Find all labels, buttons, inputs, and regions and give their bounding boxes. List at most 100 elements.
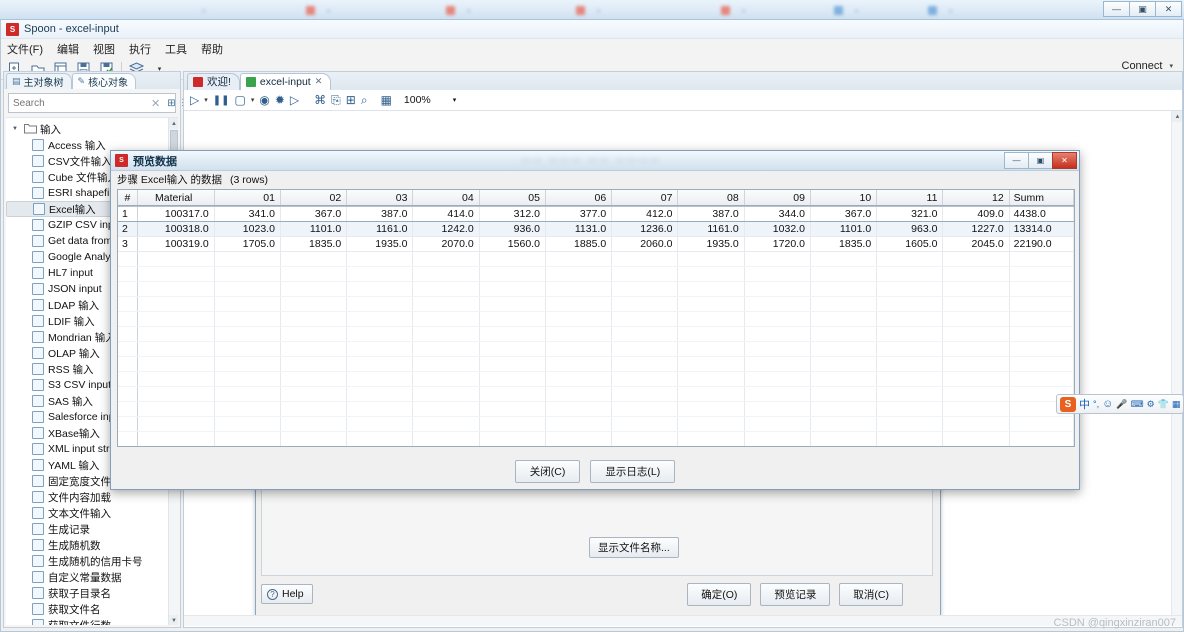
- table-cell[interactable]: 1835.0: [280, 236, 348, 252]
- sogou-logo-icon[interactable]: S: [1060, 396, 1076, 412]
- table-cell[interactable]: 1227.0: [942, 221, 1010, 237]
- tab-core-objects[interactable]: ✎ 核心对象: [71, 73, 137, 89]
- search-input[interactable]: [9, 96, 147, 110]
- menu-item-tools[interactable]: 工具: [165, 41, 187, 57]
- emoji-icon[interactable]: ☺: [1102, 398, 1113, 410]
- table-cell[interactable]: 1885.0: [545, 236, 613, 252]
- table-cell[interactable]: 3: [118, 236, 138, 252]
- chevron-down-icon[interactable]: ▾: [453, 96, 457, 104]
- close-icon[interactable]: ✕: [315, 76, 323, 87]
- close-icon[interactable]: ×: [326, 6, 331, 16]
- table-cell[interactable]: 1605.0: [876, 236, 944, 252]
- browser-tab[interactable]: ×: [300, 2, 430, 19]
- menu-item-view[interactable]: 视图: [93, 41, 115, 57]
- menu-item-file[interactable]: 文件(F): [7, 41, 43, 57]
- column-header-10[interactable]: 10: [810, 190, 878, 207]
- column-header-04[interactable]: 04: [412, 190, 480, 207]
- toolbox-icon[interactable]: ⚙: [1147, 399, 1155, 410]
- preview-dialog-titlebar[interactable]: S 预览数据 ▭▭ ▭▭▭ ▭▭ ▭▭▭▭ — ▣ ✕: [111, 151, 1079, 171]
- chinese-mode-icon[interactable]: 中: [1079, 396, 1090, 412]
- scroll-down-icon[interactable]: ▼: [169, 615, 178, 625]
- column-header-05[interactable]: 05: [479, 190, 546, 207]
- table-cell[interactable]: 1935.0: [677, 236, 745, 252]
- table-cell[interactable]: 1835.0: [810, 236, 878, 252]
- table-cell[interactable]: 1101.0: [280, 221, 348, 237]
- show-log-button[interactable]: 显示日志(L): [590, 459, 676, 483]
- canvas-horizontal-scrollbar[interactable]: [184, 615, 1182, 626]
- clear-x-icon[interactable]: ✕: [147, 97, 164, 110]
- table-cell[interactable]: 414.0: [412, 206, 480, 222]
- table-cell[interactable]: 344.0: [744, 206, 811, 222]
- table-cell[interactable]: 321.0: [876, 206, 944, 222]
- table-cell[interactable]: 409.0: [942, 206, 1010, 222]
- sql-icon[interactable]: ⊞: [346, 93, 356, 107]
- preview-records-button[interactable]: 预览记录: [760, 582, 831, 606]
- close-icon[interactable]: ×: [596, 6, 601, 16]
- column-header-08[interactable]: 08: [677, 190, 745, 207]
- tree-item-26[interactable]: 生成随机的信用卡号: [6, 553, 178, 569]
- table-cell[interactable]: 1023.0: [214, 221, 281, 237]
- stop-dropdown-icon[interactable]: ▾: [251, 96, 255, 104]
- scroll-up-icon[interactable]: ▲: [1172, 111, 1182, 122]
- browser-tab[interactable]: ×: [440, 2, 560, 19]
- close-button[interactable]: 关闭(C): [514, 459, 581, 483]
- tree-item-22[interactable]: 文件内容加载: [6, 489, 178, 505]
- close-icon[interactable]: ×: [466, 6, 471, 16]
- column-header-12[interactable]: 12: [942, 190, 1010, 207]
- table-cell[interactable]: 1705.0: [214, 236, 281, 252]
- tree-item-27[interactable]: 自定义常量数据: [6, 569, 178, 585]
- replay-icon[interactable]: ▷: [290, 93, 299, 107]
- show-filenames-button[interactable]: 显示文件名称...: [589, 537, 679, 558]
- table-cell[interactable]: 1720.0: [744, 236, 811, 252]
- table-cell[interactable]: 100317.0: [137, 206, 215, 222]
- tree-item-30[interactable]: 获取文件行数: [6, 617, 178, 625]
- column-header-03[interactable]: 03: [346, 190, 414, 207]
- punctuation-icon[interactable]: °,: [1093, 399, 1099, 409]
- minimize-button[interactable]: —: [1103, 1, 1130, 17]
- close-icon[interactable]: ×: [854, 6, 859, 16]
- table-cell[interactable]: 367.0: [810, 206, 878, 222]
- table-row[interactable]: 1 100317.0 341.0 367.0 387.0 414.0 312.0 377.0 4…: [118, 205, 1074, 222]
- column-header-09[interactable]: 09: [744, 190, 811, 207]
- table-cell[interactable]: 387.0: [346, 206, 414, 222]
- table-cell[interactable]: 2070.0: [412, 236, 480, 252]
- table-row[interactable]: 3 100319.0 1705.0 1835.0 1935.0 2070.0 1560.0 1…: [118, 236, 1074, 252]
- table-cell[interactable]: 387.0: [677, 206, 745, 222]
- column-header-#[interactable]: #: [118, 190, 138, 207]
- column-header-06[interactable]: 06: [545, 190, 613, 207]
- skin-icon[interactable]: 👕: [1158, 399, 1169, 410]
- stop-icon[interactable]: ▢: [235, 93, 246, 107]
- run-icon[interactable]: ▷: [190, 93, 199, 107]
- column-header-02[interactable]: 02: [280, 190, 348, 207]
- table-cell[interactable]: 367.0: [280, 206, 348, 222]
- close-icon[interactable]: ×: [741, 6, 746, 16]
- table-cell[interactable]: 936.0: [479, 221, 546, 237]
- close-button[interactable]: ✕: [1155, 1, 1182, 17]
- menu-item-run[interactable]: 执行: [129, 41, 151, 57]
- tree-item-25[interactable]: 生成随机数: [6, 537, 178, 553]
- inspect-icon[interactable]: ⌕: [361, 93, 368, 108]
- tab-welcome[interactable]: 欢迎!: [187, 73, 240, 90]
- tree-node-root[interactable]: ▼ 输入: [6, 121, 178, 137]
- maximize-button[interactable]: ▣: [1028, 152, 1053, 169]
- table-cell[interactable]: 1161.0: [346, 221, 414, 237]
- browser-tab[interactable]: ×: [188, 2, 298, 19]
- table-cell[interactable]: 4438.0: [1009, 206, 1074, 222]
- table-cell[interactable]: 412.0: [611, 206, 679, 222]
- expand-all-icon[interactable]: ⊞: [164, 98, 178, 109]
- canvas-vertical-scrollbar[interactable]: ▲ ▼: [1171, 111, 1182, 626]
- preview-icon[interactable]: ◉: [259, 93, 269, 107]
- table-cell[interactable]: 1242.0: [412, 221, 480, 237]
- table-cell[interactable]: 377.0: [545, 206, 613, 222]
- column-header-Summ[interactable]: Summ: [1009, 190, 1074, 207]
- column-header-Material[interactable]: Material: [137, 190, 215, 207]
- help-button[interactable]: ? Help: [261, 584, 313, 604]
- table-cell[interactable]: 100319.0: [137, 236, 215, 252]
- table-cell[interactable]: 22190.0: [1009, 236, 1074, 252]
- debug-icon[interactable]: ✹: [275, 93, 285, 107]
- voice-input-icon[interactable]: 🎤: [1116, 399, 1127, 410]
- run-dropdown-icon[interactable]: ▾: [204, 96, 208, 104]
- column-header-01[interactable]: 01: [214, 190, 281, 207]
- browser-tab[interactable]: ×: [922, 2, 1072, 19]
- pause-icon[interactable]: ❚❚: [213, 95, 230, 106]
